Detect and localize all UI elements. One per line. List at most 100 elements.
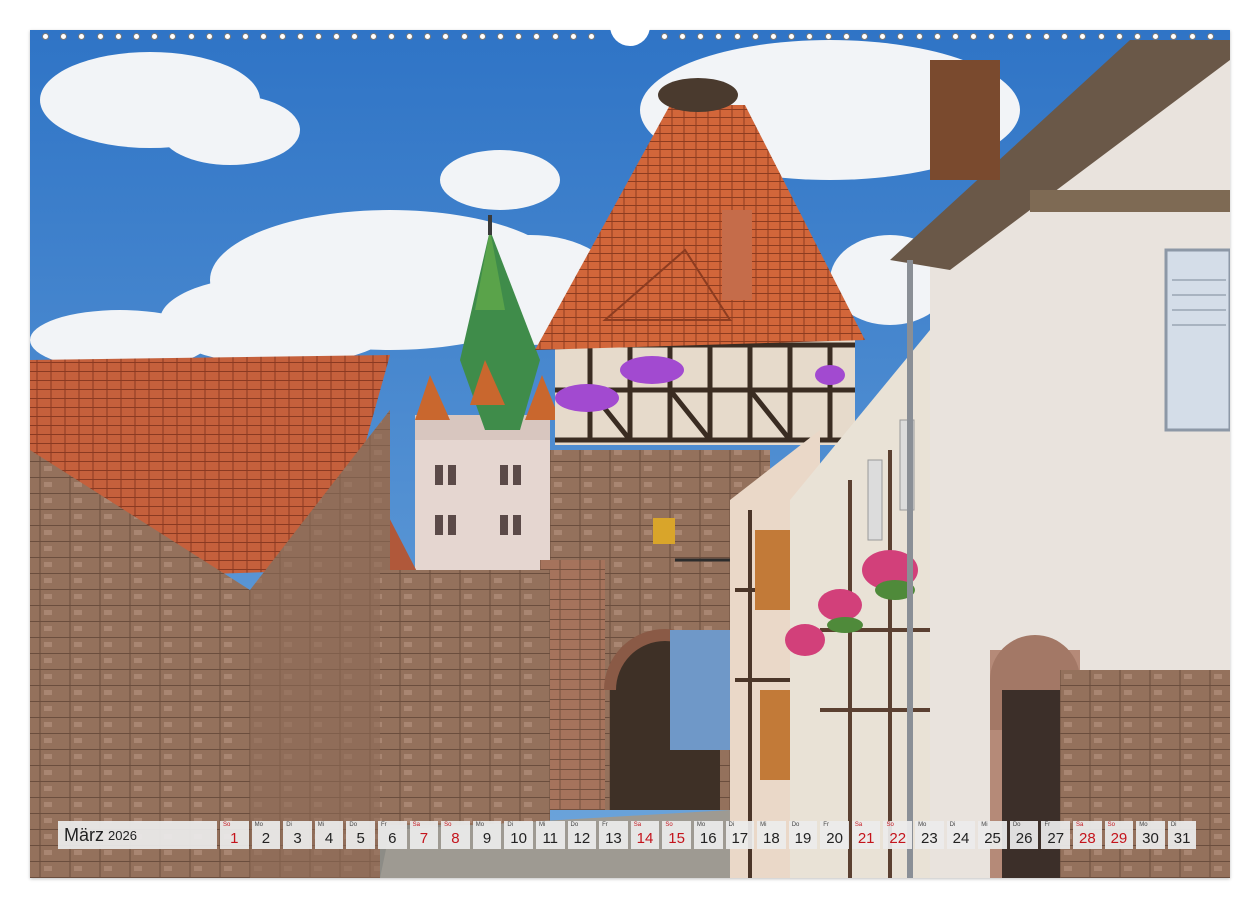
binding-hole <box>133 33 140 40</box>
binding-hole <box>478 33 486 40</box>
binding-hole <box>333 33 341 40</box>
binding-hole <box>260 33 268 40</box>
binding-hole <box>551 33 559 40</box>
binding-hole <box>1079 33 1087 40</box>
binding-hole <box>679 33 686 40</box>
hanger-notch <box>610 24 650 46</box>
weekday-label: Do <box>349 822 358 828</box>
day-number: 17 <box>731 830 749 847</box>
village-street-photo <box>30 30 1230 878</box>
weekday-label: Mo <box>696 822 706 828</box>
binding-hole <box>278 33 286 40</box>
weekday-label: Sa <box>633 822 642 828</box>
day-cell: Sa 14 <box>630 821 660 849</box>
day-number: 21 <box>857 830 875 847</box>
day-number: 28 <box>1078 830 1096 847</box>
day-cell: So 29 <box>1104 821 1134 849</box>
binding-hole <box>242 33 250 40</box>
weekday-label: Fr <box>602 822 608 828</box>
day-cell: Mi 25 <box>978 821 1007 849</box>
day-number: 29 <box>1110 830 1128 847</box>
weekday-label: Sa <box>854 822 863 828</box>
binding-hole <box>1024 33 1032 40</box>
day-number: 25 <box>984 830 1001 847</box>
day-cell: Mo 9 <box>472 821 502 849</box>
binding-hole <box>169 33 177 40</box>
day-cell: Mo 30 <box>1136 821 1165 849</box>
binding-hole <box>1097 33 1105 40</box>
day-number: 8 <box>451 830 460 847</box>
weekday-label: Sa <box>1076 822 1084 828</box>
weekday-label: Mi <box>760 822 767 828</box>
day-number: 15 <box>668 830 685 847</box>
binding-hole <box>733 33 741 40</box>
weekday-label: Mo <box>475 822 485 828</box>
binding-hole <box>42 33 49 40</box>
binding-hole <box>315 33 322 40</box>
weekday-label: Di <box>728 822 735 828</box>
day-cell: Mo 16 <box>693 821 723 849</box>
binding-hole <box>824 33 832 40</box>
weekday-label: Do <box>1012 822 1021 828</box>
weekday-label: So <box>223 822 231 828</box>
day-cell: Fr 6 <box>377 821 407 849</box>
calendar-binding <box>30 24 1230 46</box>
binding-hole <box>697 33 705 40</box>
day-number: 9 <box>482 830 492 847</box>
weekday-label: Di <box>507 822 514 828</box>
day-number: 31 <box>1173 830 1191 847</box>
binding-hole <box>1188 33 1196 40</box>
binding-hole <box>406 33 413 40</box>
binding-hole <box>1061 33 1069 40</box>
binding-hole <box>114 33 122 40</box>
day-cell: Sa 7 <box>409 821 439 849</box>
day-cell: Do 5 <box>346 821 375 849</box>
binding-hole <box>1043 33 1050 40</box>
day-cell: Mi 18 <box>757 821 786 849</box>
weekday-label: So <box>1107 822 1115 828</box>
day-cell: Sa 28 <box>1073 821 1102 849</box>
binding-hole <box>861 33 868 40</box>
day-number: 6 <box>388 830 397 847</box>
day-number: 24 <box>952 830 970 847</box>
weekday-label: Mi <box>317 822 325 828</box>
day-number: 3 <box>293 830 302 847</box>
weekday-label: Mo <box>1139 822 1148 828</box>
binding-hole <box>842 33 850 40</box>
binding-hole <box>751 33 759 40</box>
weekday-label: Mo <box>254 822 263 828</box>
day-cell: Di 17 <box>725 821 755 849</box>
day-number: 23 <box>921 830 938 847</box>
day-cell: So 15 <box>662 821 691 849</box>
binding-hole <box>660 33 668 40</box>
day-number: 10 <box>510 830 527 847</box>
binding-hole <box>952 33 959 40</box>
day-cell: Mo 2 <box>251 821 281 849</box>
binding-hole <box>187 33 195 40</box>
month-label: März 2026 <box>58 821 217 849</box>
weekday-label: Fr <box>380 822 387 828</box>
weekday-label: Mi <box>538 822 546 828</box>
day-cell: Do 26 <box>1009 821 1039 849</box>
day-number: 26 <box>1015 830 1033 847</box>
weekday-label: Di <box>1170 822 1177 828</box>
binding-hole <box>770 33 777 40</box>
binding-hole <box>205 33 213 40</box>
day-cell: So 1 <box>220 821 249 849</box>
weekday-label: Di <box>949 822 956 828</box>
day-number: 14 <box>636 830 654 847</box>
day-number: 20 <box>826 830 843 847</box>
binding-hole <box>1115 33 1123 40</box>
day-number: 5 <box>356 830 365 847</box>
day-number: 1 <box>230 830 239 847</box>
binding-hole <box>715 33 723 40</box>
weekday-label: So <box>886 822 894 828</box>
binding-hole <box>96 33 104 40</box>
binding-hole <box>387 33 395 40</box>
weekday-label: Do <box>791 822 800 828</box>
binding-hole <box>1006 33 1014 40</box>
binding-hole <box>224 33 231 40</box>
weekday-label: So <box>444 822 452 828</box>
day-number: 19 <box>794 830 812 847</box>
day-number: 22 <box>889 830 907 847</box>
